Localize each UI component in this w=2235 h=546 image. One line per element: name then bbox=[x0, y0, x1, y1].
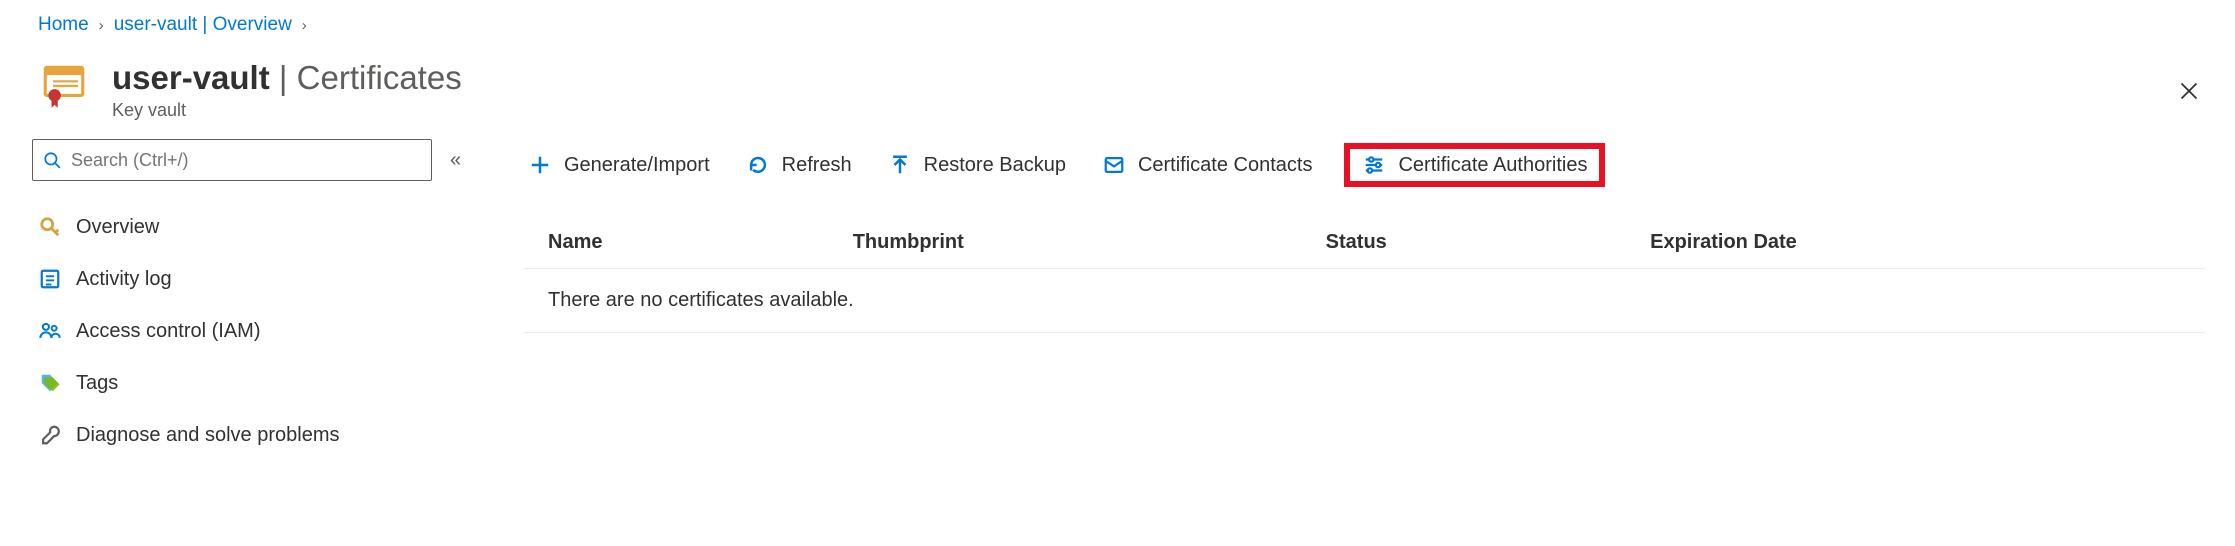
page-title: user-vault | Certificates bbox=[112, 60, 2151, 96]
title-strong: user-vault bbox=[112, 59, 270, 96]
command-bar: Generate/Import Refresh Restore Backup C… bbox=[524, 139, 2205, 191]
sidebar-item-overview[interactable]: Overview bbox=[32, 201, 461, 253]
sidebar-item-diagnose[interactable]: Diagnose and solve problems bbox=[32, 409, 461, 461]
col-expiration[interactable]: Expiration Date bbox=[1626, 217, 2205, 269]
restore-backup-button[interactable]: Restore Backup bbox=[884, 147, 1070, 183]
search-icon bbox=[43, 151, 61, 169]
title-rest: Certificates bbox=[297, 59, 462, 96]
sidebar-item-tags[interactable]: Tags bbox=[32, 357, 461, 409]
sidebar-item-activity-log[interactable]: Activity log bbox=[32, 253, 461, 305]
mail-icon bbox=[1102, 153, 1126, 177]
certificate-contacts-button[interactable]: Certificate Contacts bbox=[1098, 147, 1317, 183]
sidebar-item-label: Diagnose and solve problems bbox=[76, 424, 340, 447]
breadcrumb-resource[interactable]: user-vault | Overview bbox=[114, 14, 292, 36]
sliders-icon bbox=[1362, 153, 1386, 177]
sidebar: « Overview Activity log Access control (… bbox=[0, 139, 460, 461]
breadcrumb-home[interactable]: Home bbox=[38, 14, 89, 36]
button-label: Certificate Authorities bbox=[1398, 154, 1587, 177]
search-input[interactable] bbox=[71, 150, 421, 171]
certificates-table: Name Thumbprint Status Expiration Date T… bbox=[524, 217, 2205, 333]
chevron-right-icon: › bbox=[302, 17, 307, 34]
key-icon bbox=[38, 215, 62, 239]
chevron-right-icon: › bbox=[99, 17, 104, 34]
generate-import-button[interactable]: Generate/Import bbox=[524, 147, 714, 183]
col-name[interactable]: Name bbox=[524, 217, 829, 269]
empty-message: There are no certificates available. bbox=[524, 269, 2205, 333]
activity-log-icon bbox=[38, 267, 62, 291]
main-panel: Generate/Import Refresh Restore Backup C… bbox=[460, 139, 2235, 363]
certificate-authorities-button[interactable]: Certificate Authorities bbox=[1344, 143, 1605, 187]
people-icon bbox=[38, 319, 62, 343]
tags-icon bbox=[38, 371, 62, 395]
table-header-row: Name Thumbprint Status Expiration Date bbox=[524, 217, 2205, 269]
refresh-icon bbox=[746, 153, 770, 177]
upload-icon bbox=[888, 153, 912, 177]
button-label: Certificate Contacts bbox=[1138, 154, 1313, 177]
wrench-icon bbox=[38, 423, 62, 447]
sidebar-item-label: Activity log bbox=[76, 268, 172, 291]
breadcrumb: Home › user-vault | Overview › bbox=[0, 0, 2235, 36]
table-empty-row: There are no certificates available. bbox=[524, 269, 2205, 333]
title-sep: | bbox=[270, 59, 297, 96]
plus-icon bbox=[528, 153, 552, 177]
button-label: Restore Backup bbox=[924, 154, 1066, 177]
close-button[interactable] bbox=[2173, 75, 2205, 107]
page-subtitle: Key vault bbox=[112, 100, 2151, 121]
sidebar-item-label: Tags bbox=[76, 372, 118, 395]
sidebar-item-label: Overview bbox=[76, 216, 159, 239]
button-label: Refresh bbox=[782, 154, 852, 177]
button-label: Generate/Import bbox=[564, 154, 710, 177]
key-vault-certificate-icon bbox=[38, 60, 90, 112]
sidebar-item-access-control[interactable]: Access control (IAM) bbox=[32, 305, 461, 357]
page-header: user-vault | Certificates Key vault bbox=[0, 36, 2235, 139]
col-status[interactable]: Status bbox=[1302, 217, 1626, 269]
refresh-button[interactable]: Refresh bbox=[742, 147, 856, 183]
sidebar-item-label: Access control (IAM) bbox=[76, 320, 260, 343]
col-thumbprint[interactable]: Thumbprint bbox=[829, 217, 1302, 269]
search-box[interactable] bbox=[32, 139, 432, 181]
